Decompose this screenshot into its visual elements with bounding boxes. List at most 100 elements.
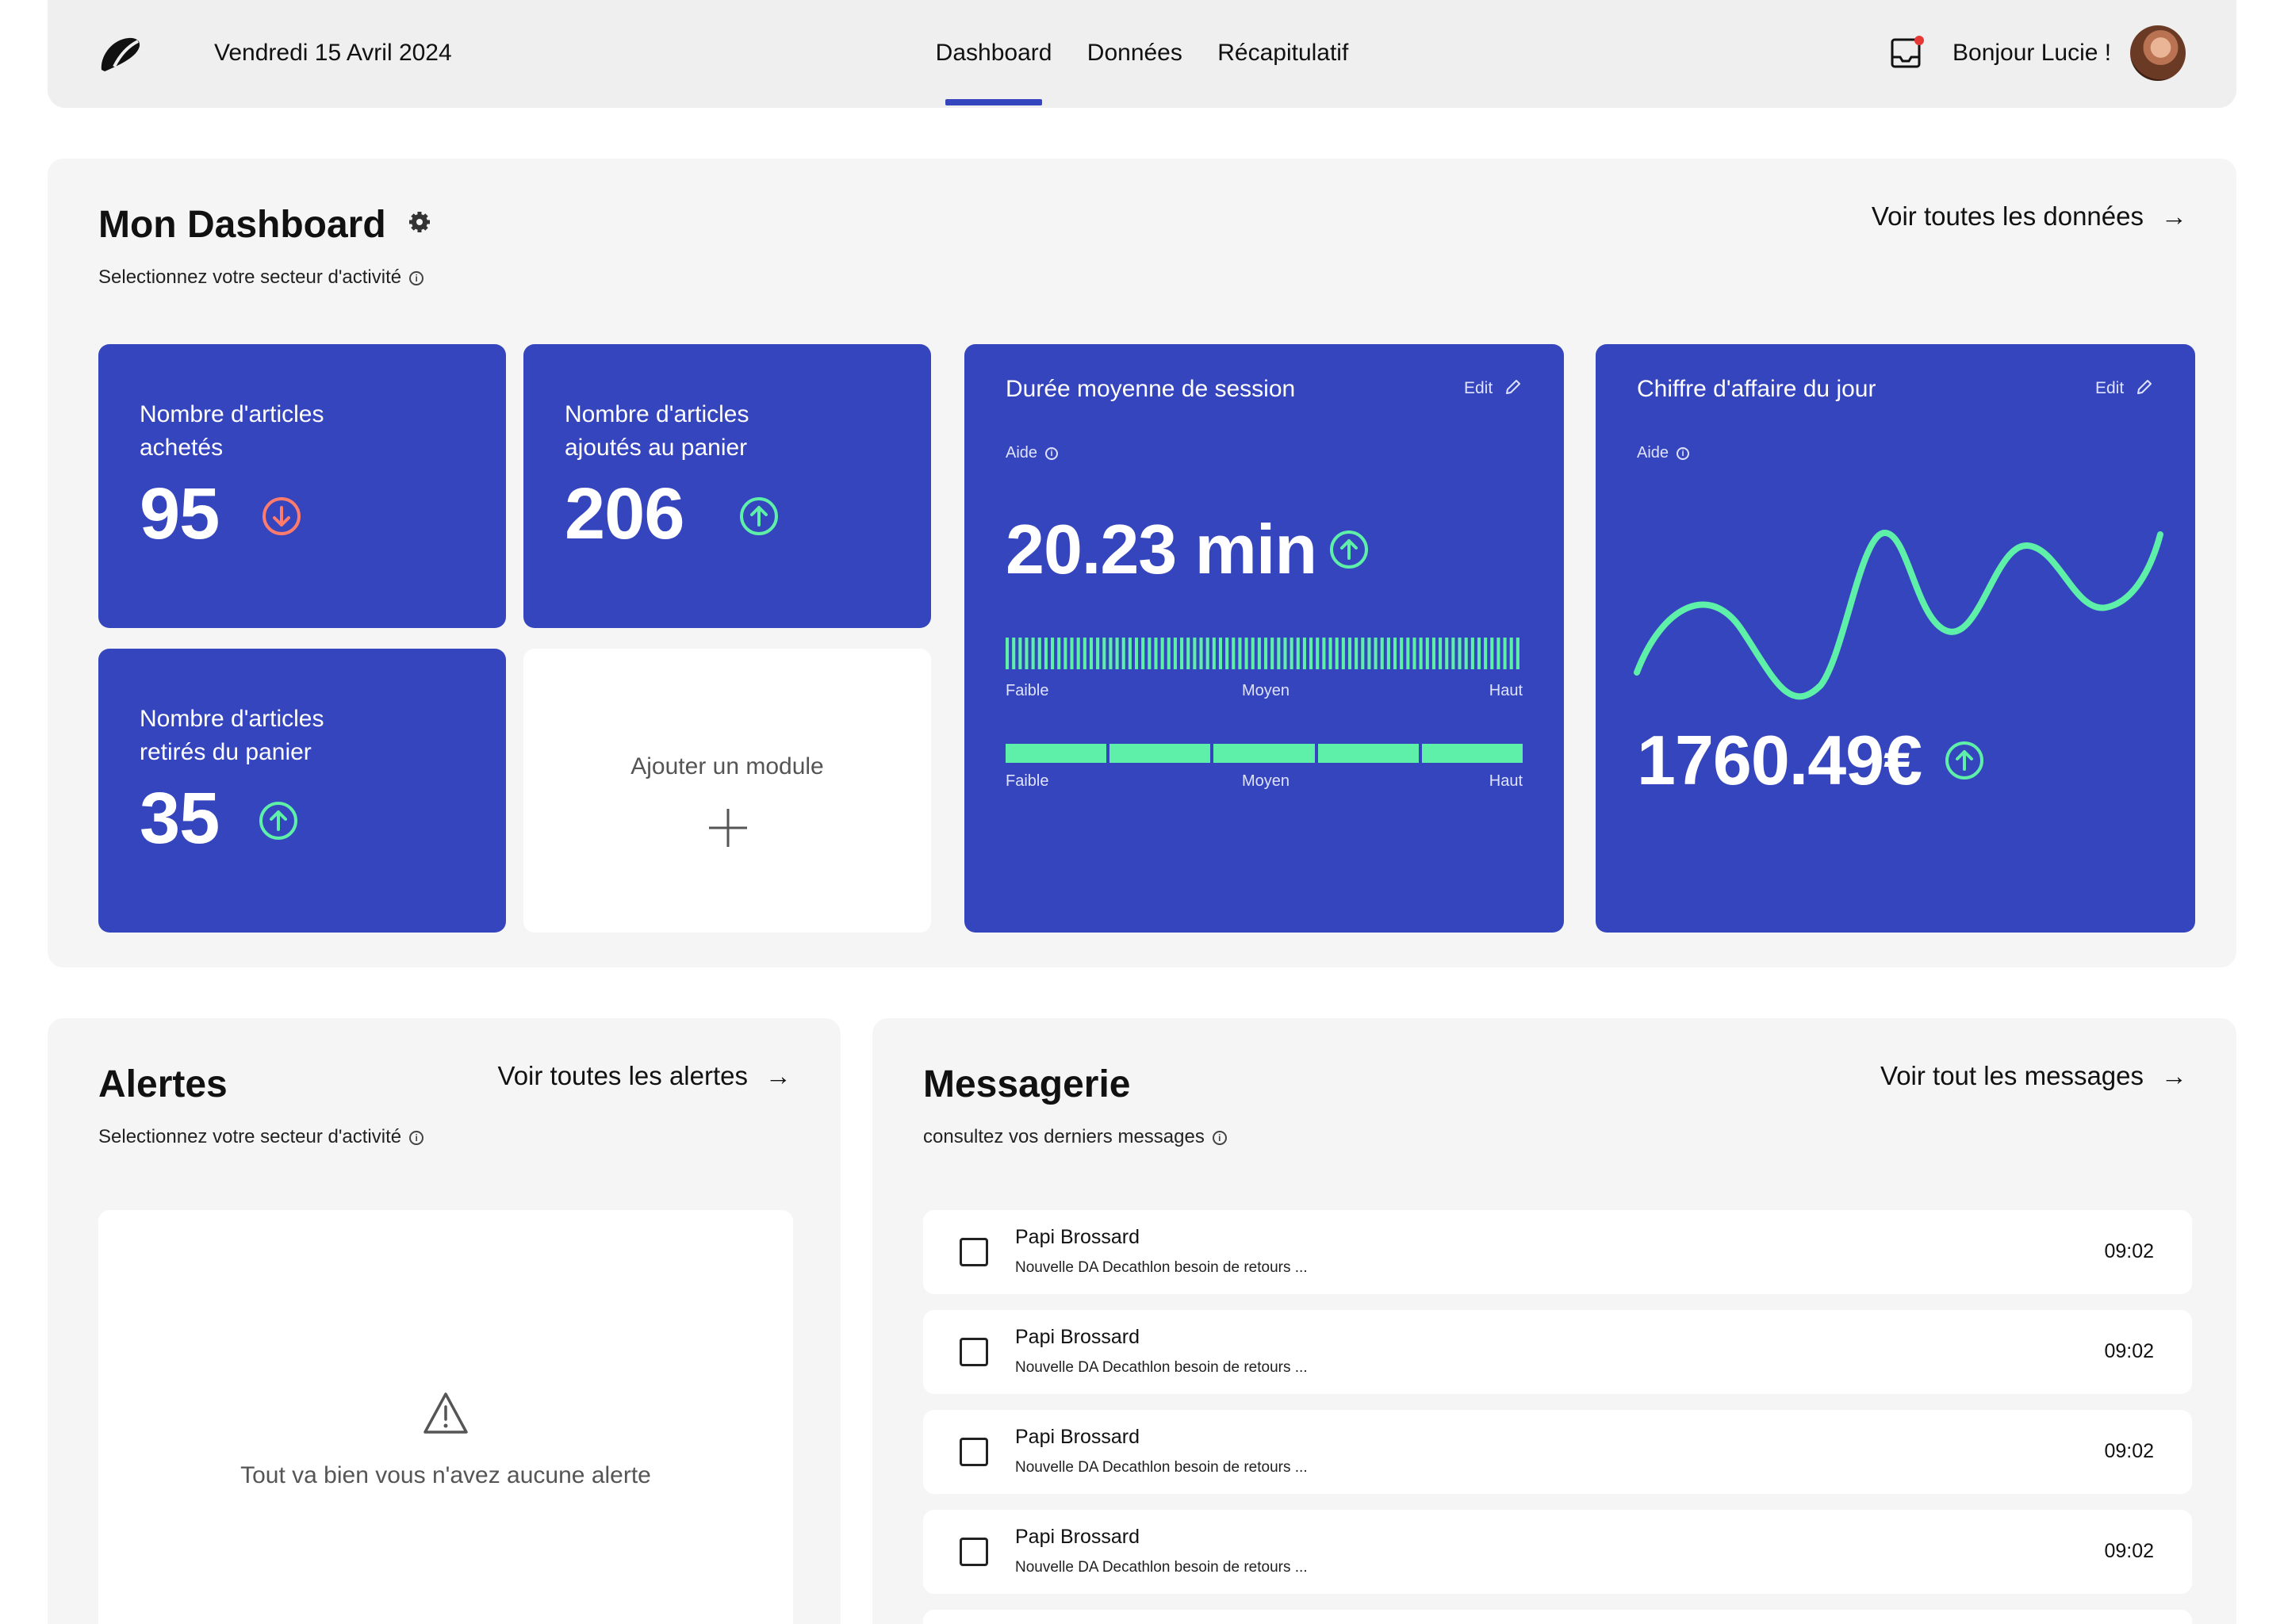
level-tick — [1503, 638, 1507, 669]
level-tick — [1341, 638, 1345, 669]
card-value: 1760.49€ — [1637, 721, 1922, 799]
message-row[interactable]: Papi Brossard Nouvelle DA Decathlon beso… — [923, 1510, 2192, 1594]
level-tick — [1037, 638, 1041, 669]
messages-subtitle: consultez vos derniers messages i — [923, 1126, 1227, 1148]
session-duration-card[interactable]: Durée moyenne de session Edit Aide i 20.2… — [964, 344, 1564, 933]
session-level-segments — [1006, 744, 1523, 763]
messages-title: Messagerie — [923, 1063, 1131, 1105]
message-checkbox[interactable] — [960, 1338, 988, 1366]
edit-button[interactable]: Edit — [1464, 377, 1523, 398]
edit-button[interactable]: Edit — [2095, 377, 2154, 398]
level-tick — [1400, 638, 1404, 669]
nav-donnees[interactable]: Données — [1087, 40, 1182, 67]
revenue-trend-line — [1634, 530, 2163, 700]
arrow-up-circle-icon — [740, 497, 778, 535]
card-value: 35 — [140, 778, 220, 859]
level-tick — [1283, 638, 1287, 669]
user-avatar[interactable] — [2130, 25, 2186, 81]
info-icon[interactable]: i — [1212, 1131, 1227, 1145]
level-tick — [1006, 638, 1010, 669]
level-tick — [1355, 638, 1359, 669]
level-tick — [1193, 638, 1197, 669]
see-all-data-text: Voir toutes les données — [1871, 201, 2144, 231]
level-tick — [1451, 638, 1455, 669]
message-row-partial[interactable] — [923, 1610, 2192, 1624]
scale-mid: Moyen — [1242, 682, 1290, 699]
card-label: Nombre d'articles achetés — [140, 401, 324, 461]
level-tick — [1270, 638, 1274, 669]
message-checkbox[interactable] — [960, 1238, 988, 1266]
level-tick — [1012, 638, 1016, 669]
card-articles-ajoutes[interactable]: Nombre d'articles ajoutés au panier 206 — [523, 344, 931, 628]
see-all-data-link[interactable]: Voir toutes les données → — [1872, 201, 2187, 232]
dashboard-subtitle-text: Selectionnez votre secteur d'activité — [98, 266, 402, 288]
level-tick — [1251, 638, 1255, 669]
level-tick — [1096, 638, 1100, 669]
message-time: 09:02 — [2104, 1540, 2154, 1562]
dashboard-title: Mon Dashboard — [98, 203, 431, 247]
level-tick — [1089, 638, 1094, 669]
segment — [1006, 744, 1107, 763]
nav-dashboard[interactable]: Dashboard — [936, 40, 1052, 105]
message-row[interactable]: Papi Brossard Nouvelle DA Decathlon beso… — [923, 1210, 2192, 1294]
help-link[interactable]: Aide i — [1637, 444, 1690, 462]
level-tick — [1018, 638, 1022, 669]
level-tick — [1496, 638, 1500, 669]
message-checkbox[interactable] — [960, 1538, 988, 1566]
level-tick — [1374, 638, 1378, 669]
see-all-alerts-link[interactable]: Voir toutes les alertes → — [498, 1061, 792, 1091]
level-tick — [1347, 638, 1352, 669]
info-icon: i — [1677, 447, 1690, 460]
daily-revenue-card[interactable]: Chiffre d'affaire du jour Edit Aide i 176… — [1596, 344, 2195, 933]
info-icon[interactable]: i — [409, 271, 424, 285]
level-tick — [1044, 638, 1048, 669]
messages-subtitle-text: consultez vos derniers messages — [923, 1126, 1205, 1147]
message-sender: Papi Brossard — [1015, 1226, 1140, 1248]
card-articles-retires[interactable]: Nombre d'articles retirés du panier 35 — [98, 649, 506, 933]
level-tick — [1232, 638, 1236, 669]
level-tick — [1470, 638, 1474, 669]
arrow-up-circle-icon — [1330, 530, 1368, 569]
level-tick — [1141, 638, 1145, 669]
info-icon[interactable]: i — [409, 1131, 424, 1145]
edit-label: Edit — [2094, 379, 2125, 397]
level-tick — [1477, 638, 1481, 669]
level-tick — [1406, 638, 1410, 669]
level-tick — [1296, 638, 1300, 669]
nav-recapitulatif[interactable]: Récapitulatif — [1217, 40, 1348, 67]
message-row[interactable]: Papi Brossard Nouvelle DA Decathlon beso… — [923, 1310, 2192, 1394]
card-articles-achetes[interactable]: Nombre d'articles achetés 95 — [98, 344, 506, 628]
scale-low: Faible — [1006, 772, 1049, 790]
card-title: Chiffre d'affaire du jour — [1637, 376, 1876, 402]
info-icon: i — [1045, 447, 1059, 460]
see-all-messages-link[interactable]: Voir tout les messages → — [1880, 1061, 2187, 1091]
level-tick — [1025, 638, 1029, 669]
card-value: 20.23 min — [1006, 510, 1317, 588]
edit-label: Edit — [1463, 379, 1493, 397]
level-tick — [1419, 638, 1423, 669]
messages-panel: Messagerie consultez vos derniers messag… — [872, 1018, 2236, 1624]
level-tick — [1173, 638, 1177, 669]
level-tick — [1380, 638, 1384, 669]
help-link[interactable]: Aide i — [1006, 444, 1059, 462]
plus-icon[interactable] — [707, 807, 749, 848]
inbox-icon[interactable] — [1889, 35, 1926, 71]
level-tick — [1367, 638, 1371, 669]
help-label: Aide — [1637, 444, 1669, 462]
level-tick — [1328, 638, 1332, 669]
message-checkbox[interactable] — [960, 1438, 988, 1466]
alerts-title: Alertes — [98, 1063, 228, 1105]
level-tick — [1212, 638, 1216, 669]
gear-icon[interactable] — [408, 210, 431, 234]
add-module-card[interactable]: Ajouter un module — [523, 649, 931, 933]
message-row[interactable]: Papi Brossard Nouvelle DA Decathlon beso… — [923, 1410, 2192, 1494]
level-tick — [1516, 638, 1519, 669]
dashboard-subtitle: Selectionnez votre secteur d'activité i — [98, 266, 424, 289]
level-tick — [1290, 638, 1293, 669]
alerts-panel: Alertes Selectionnez votre secteur d'act… — [48, 1018, 841, 1624]
message-preview: Nouvelle DA Decathlon besoin de retours … — [1015, 1359, 1308, 1376]
level-tick — [1135, 638, 1139, 669]
level-tick — [1386, 638, 1390, 669]
level-tick — [1205, 638, 1209, 669]
card-value: 95 — [140, 473, 220, 554]
